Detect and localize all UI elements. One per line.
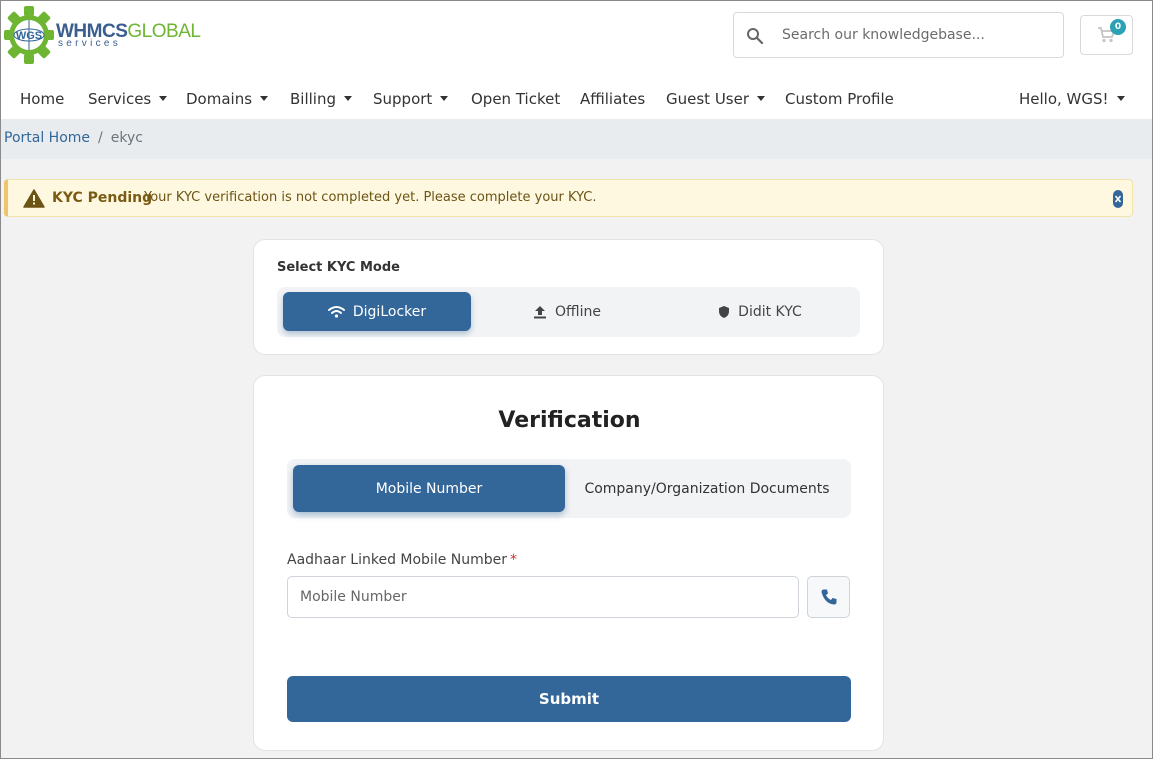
tab-offline[interactable]: Offline xyxy=(473,292,661,331)
nav-greeting-label: Hello, WGS! xyxy=(1019,90,1109,108)
nav-open-ticket[interactable]: Open Ticket xyxy=(471,90,560,108)
nav-guest-user[interactable]: Guest User xyxy=(666,90,766,108)
required-mark: * xyxy=(510,552,518,568)
alert-message: Your KYC verification is not completed y… xyxy=(144,190,597,205)
breadcrumb-portal-home[interactable]: Portal Home xyxy=(4,130,90,146)
kyc-mode-tabs: DigiLocker Offline Didit KYC xyxy=(277,287,860,337)
breadcrumb-bar: Portal Home / ekyc xyxy=(0,119,1153,159)
nav-home-label: Home xyxy=(20,90,65,108)
caret-down-icon xyxy=(260,96,269,101)
tab-company-documents[interactable]: Company/Organization Documents xyxy=(567,465,847,512)
submit-button[interactable]: Submit xyxy=(287,676,851,722)
nav-home[interactable]: Home xyxy=(20,90,64,108)
caret-down-icon xyxy=(757,96,766,101)
nav-support[interactable]: Support xyxy=(373,90,449,108)
phone-icon xyxy=(821,589,837,605)
verification-title: Verification xyxy=(498,408,641,433)
kyc-pending-alert: KYC Pending Your KYC verification is not… xyxy=(4,179,1133,217)
mobile-field-label: Aadhaar Linked Mobile Number * xyxy=(287,552,517,568)
logo-badge-text: WGS xyxy=(16,30,42,42)
logo-name-2: GLOBAL xyxy=(127,21,201,42)
nav-affiliates[interactable]: Affiliates xyxy=(580,90,645,108)
nav-services-label: Services xyxy=(88,90,152,108)
caret-down-icon xyxy=(159,96,168,101)
nav-domains[interactable]: Domains xyxy=(186,90,269,108)
tab-digilocker-label: DigiLocker xyxy=(352,303,427,320)
brand-logo[interactable]: WGS WHMCSGLOBAL services xyxy=(4,5,204,65)
tab-offline-label: Offline xyxy=(555,303,601,320)
cart-count-badge: 0 xyxy=(1110,19,1126,35)
wifi-icon xyxy=(327,306,345,318)
shield-icon xyxy=(719,305,730,318)
nav-billing-label: Billing xyxy=(290,90,336,108)
nav-custom-profile-label: Custom Profile xyxy=(785,90,894,108)
nav-guest-user-label: Guest User xyxy=(666,90,750,108)
kyc-mode-card: Select KYC Mode DigiLocker Offline Didit… xyxy=(253,239,884,355)
alert-title: KYC Pending xyxy=(52,190,153,206)
breadcrumb-current: ekyc xyxy=(110,130,143,146)
nav-domains-label: Domains xyxy=(186,90,253,108)
nav-account-menu[interactable]: Hello, WGS! xyxy=(1019,90,1125,108)
caret-down-icon xyxy=(440,96,449,101)
tab-mobile-number[interactable]: Mobile Number xyxy=(293,465,565,512)
phone-button[interactable] xyxy=(807,576,850,618)
tab-didit-kyc-label: Didit KYC xyxy=(738,303,802,320)
verification-card: Verification Mobile Number Company/Organ… xyxy=(253,375,884,751)
search-box[interactable] xyxy=(733,12,1064,58)
verification-tabs: Mobile Number Company/Organization Docum… xyxy=(287,459,851,518)
cart-button[interactable]: 0 xyxy=(1080,15,1133,55)
mobile-number-input[interactable] xyxy=(287,576,799,618)
search-icon xyxy=(747,28,764,45)
gear-icon: WGS xyxy=(4,6,54,64)
nav-open-ticket-label: Open Ticket xyxy=(471,90,561,108)
tab-didit-kyc[interactable]: Didit KYC xyxy=(666,292,854,331)
caret-down-icon xyxy=(344,96,352,101)
main-nav: Home Services Domains Billing Support Op… xyxy=(0,80,1153,119)
caret-down-icon xyxy=(1116,96,1125,101)
breadcrumb-separator: / xyxy=(98,130,103,146)
logo-wordmark: WHMCSGLOBAL services xyxy=(56,21,201,49)
tab-mobile-number-label: Mobile Number xyxy=(375,480,483,497)
site-header: WGS WHMCSGLOBAL services 0 Home Services… xyxy=(0,0,1153,119)
kyc-mode-label: Select KYC Mode xyxy=(277,260,400,275)
tab-company-documents-label: Company/Organization Documents xyxy=(584,480,830,497)
close-icon[interactable] xyxy=(1112,189,1124,209)
nav-services[interactable]: Services xyxy=(88,90,168,108)
search-input[interactable] xyxy=(782,21,1052,49)
tab-digilocker[interactable]: DigiLocker xyxy=(283,292,471,331)
warning-icon xyxy=(23,189,45,208)
nav-custom-profile[interactable]: Custom Profile xyxy=(785,90,894,108)
nav-affiliates-label: Affiliates xyxy=(580,90,646,108)
nav-support-label: Support xyxy=(373,90,433,108)
upload-icon xyxy=(534,305,547,318)
nav-billing[interactable]: Billing xyxy=(290,90,352,108)
breadcrumb: Portal Home / ekyc xyxy=(4,130,143,146)
mobile-field-label-text: Aadhaar Linked Mobile Number xyxy=(287,552,508,568)
